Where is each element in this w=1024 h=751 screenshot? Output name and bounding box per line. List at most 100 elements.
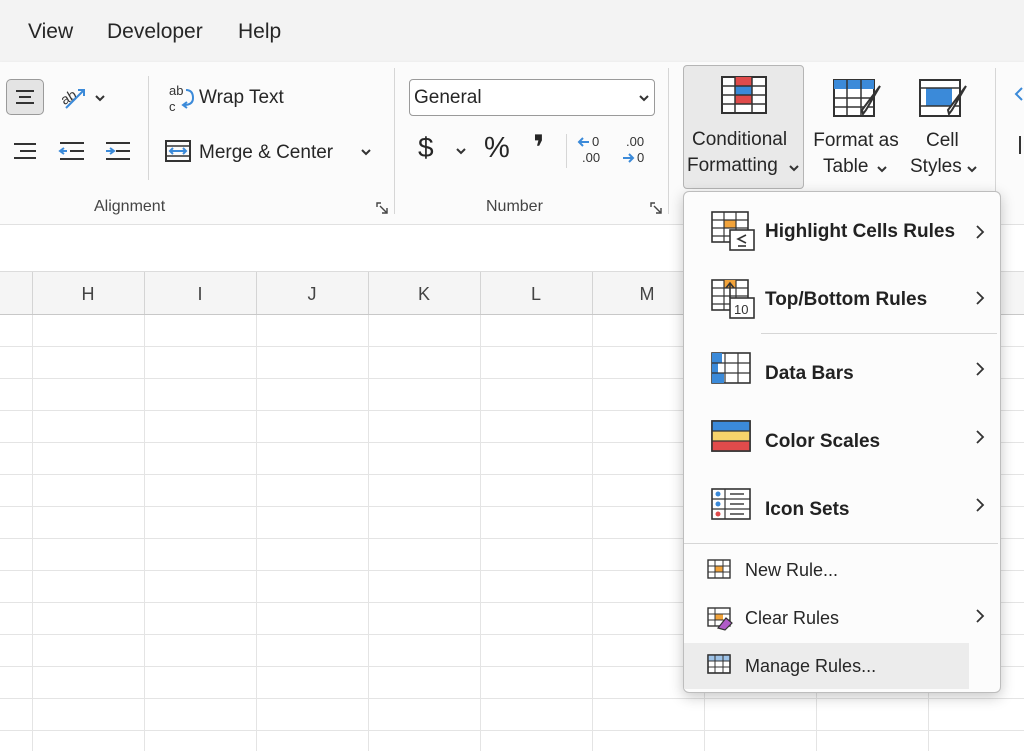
column-divider bbox=[32, 272, 33, 314]
separator bbox=[566, 134, 567, 168]
svg-text:.00: .00 bbox=[626, 134, 644, 149]
accounting-format-button[interactable]: $ bbox=[413, 132, 473, 168]
dialog-launcher-icon[interactable] bbox=[375, 201, 389, 215]
svg-text:c: c bbox=[169, 99, 176, 114]
menu-item-data-bars[interactable]: Data Bars bbox=[684, 341, 998, 403]
currency-icon: $ bbox=[418, 132, 434, 163]
clear-rules-label: Clear Rules bbox=[745, 608, 840, 628]
merge-center-icon bbox=[165, 140, 191, 162]
group-separator bbox=[394, 68, 395, 214]
increase-indent-button[interactable] bbox=[102, 138, 134, 164]
top-bottom-rules-icon: 10 bbox=[711, 279, 755, 319]
alignment-group-label: Alignment bbox=[94, 198, 166, 215]
tab-help[interactable]: Help bbox=[238, 20, 281, 44]
tab-view[interactable]: View bbox=[28, 20, 73, 44]
align-right-icon bbox=[14, 143, 36, 159]
increase-decimal-icon[interactable]: 0 .00 bbox=[576, 132, 608, 166]
top-bottom-rules-label: Top/Bottom Rules bbox=[765, 289, 928, 310]
column-divider bbox=[256, 272, 257, 314]
clear-rules-icon bbox=[707, 607, 733, 631]
column-header-m[interactable]: M bbox=[637, 284, 657, 305]
chevron-right-icon bbox=[976, 609, 985, 623]
number-format-value: General bbox=[414, 87, 482, 108]
partial-ribbon-item bbox=[1019, 136, 1021, 154]
format-as-table-icon bbox=[833, 79, 881, 117]
manage-rules-icon bbox=[707, 654, 731, 674]
menu-item-icon-sets[interactable]: Icon Sets bbox=[684, 477, 998, 539]
color-scales-label: Color Scales bbox=[765, 431, 881, 452]
wrap-text-button[interactable]: ab c Wrap Text bbox=[166, 82, 296, 114]
column-header-k[interactable]: K bbox=[414, 284, 434, 305]
grid-line bbox=[368, 315, 369, 751]
grid-line bbox=[144, 315, 145, 751]
text-orientation-icon: ab bbox=[58, 86, 105, 109]
decrease-decimal-icon[interactable]: .00 0 bbox=[620, 132, 652, 166]
svg-text:0: 0 bbox=[592, 134, 599, 149]
chevron-down-icon bbox=[639, 95, 649, 102]
wrap-text-label: Wrap Text bbox=[199, 87, 284, 108]
svg-text:ab: ab bbox=[169, 83, 183, 98]
align-center-icon bbox=[16, 90, 34, 104]
column-divider bbox=[480, 272, 481, 314]
number-group-label: Number bbox=[486, 198, 543, 215]
chevron-right-icon bbox=[976, 291, 985, 305]
menu-item-clear-rules[interactable]: Clear Rules bbox=[684, 596, 998, 640]
orientation-button[interactable]: ab bbox=[58, 82, 108, 114]
chevron-right-icon bbox=[976, 225, 985, 239]
grid-line bbox=[592, 315, 593, 751]
menu-item-highlight-cells-rules[interactable]: Highlight Cells Rules bbox=[684, 200, 998, 262]
new-rule-label: New Rule... bbox=[745, 560, 839, 580]
increase-indent-icon bbox=[106, 142, 130, 160]
chevron-right-icon bbox=[976, 498, 985, 512]
conditional-formatting-icon bbox=[721, 76, 767, 114]
cell-styles-line1: Cell bbox=[926, 130, 959, 151]
column-header-l[interactable]: L bbox=[526, 284, 546, 305]
align-right-button[interactable] bbox=[8, 138, 40, 164]
number-format-select[interactable]: General bbox=[409, 79, 655, 116]
menu-separator bbox=[684, 543, 998, 544]
column-header-j[interactable]: J bbox=[302, 284, 322, 305]
dialog-launcher-icon[interactable] bbox=[649, 201, 663, 215]
partial-insert-icon[interactable] bbox=[1010, 82, 1024, 122]
column-divider bbox=[368, 272, 369, 314]
format-as-table-line2: Table bbox=[823, 156, 869, 177]
highlight-cells-rules-label: Highlight Cells Rules bbox=[765, 221, 956, 242]
decrease-indent-button[interactable] bbox=[56, 138, 88, 164]
grid-line bbox=[0, 730, 1024, 731]
chevron-right-icon bbox=[976, 362, 985, 376]
chevron-down-icon[interactable] bbox=[360, 147, 372, 157]
group-separator bbox=[668, 68, 669, 214]
highlight-cells-rules-icon bbox=[711, 211, 755, 251]
merge-center-button[interactable]: Merge & Center bbox=[164, 136, 380, 168]
menu-item-top-bottom-rules[interactable]: 10 Top/Bottom Rules bbox=[684, 268, 998, 330]
conditional-formatting-button[interactable]: Conditional Formatting bbox=[683, 65, 804, 189]
menu-separator bbox=[761, 333, 997, 334]
chevron-down-icon bbox=[967, 166, 977, 173]
align-center-button[interactable] bbox=[6, 79, 44, 115]
data-bars-icon bbox=[711, 352, 751, 384]
column-header-h[interactable]: H bbox=[78, 284, 98, 305]
comma-style-button[interactable]: ❜ bbox=[533, 128, 545, 168]
grid-line bbox=[480, 315, 481, 751]
menu-item-manage-rules[interactable]: Manage Rules... bbox=[684, 643, 969, 689]
percent-style-button[interactable]: % bbox=[484, 132, 510, 165]
chevron-down-icon bbox=[877, 166, 887, 173]
svg-text:.00: .00 bbox=[582, 150, 600, 165]
format-as-table-line1: Format as bbox=[813, 130, 899, 151]
manage-rules-label: Manage Rules... bbox=[745, 656, 877, 676]
grid-line bbox=[256, 315, 257, 751]
cell-styles-button[interactable]: Cell Styles bbox=[906, 68, 982, 188]
grid-line bbox=[0, 698, 1024, 699]
chevron-down-icon bbox=[789, 165, 799, 172]
decrease-indent-icon bbox=[58, 142, 84, 160]
menu-bar: View Developer Help bbox=[0, 0, 1024, 62]
menu-item-new-rule[interactable]: New Rule... bbox=[684, 548, 998, 592]
format-as-table-button[interactable]: Format as Table bbox=[810, 68, 902, 188]
chevron-down-icon[interactable] bbox=[455, 146, 467, 156]
grid-line bbox=[32, 315, 33, 751]
tab-developer[interactable]: Developer bbox=[107, 20, 203, 44]
menu-item-color-scales[interactable]: Color Scales bbox=[684, 409, 998, 471]
merge-center-label: Merge & Center bbox=[199, 142, 334, 163]
column-header-i[interactable]: I bbox=[190, 284, 210, 305]
separator bbox=[148, 76, 149, 180]
